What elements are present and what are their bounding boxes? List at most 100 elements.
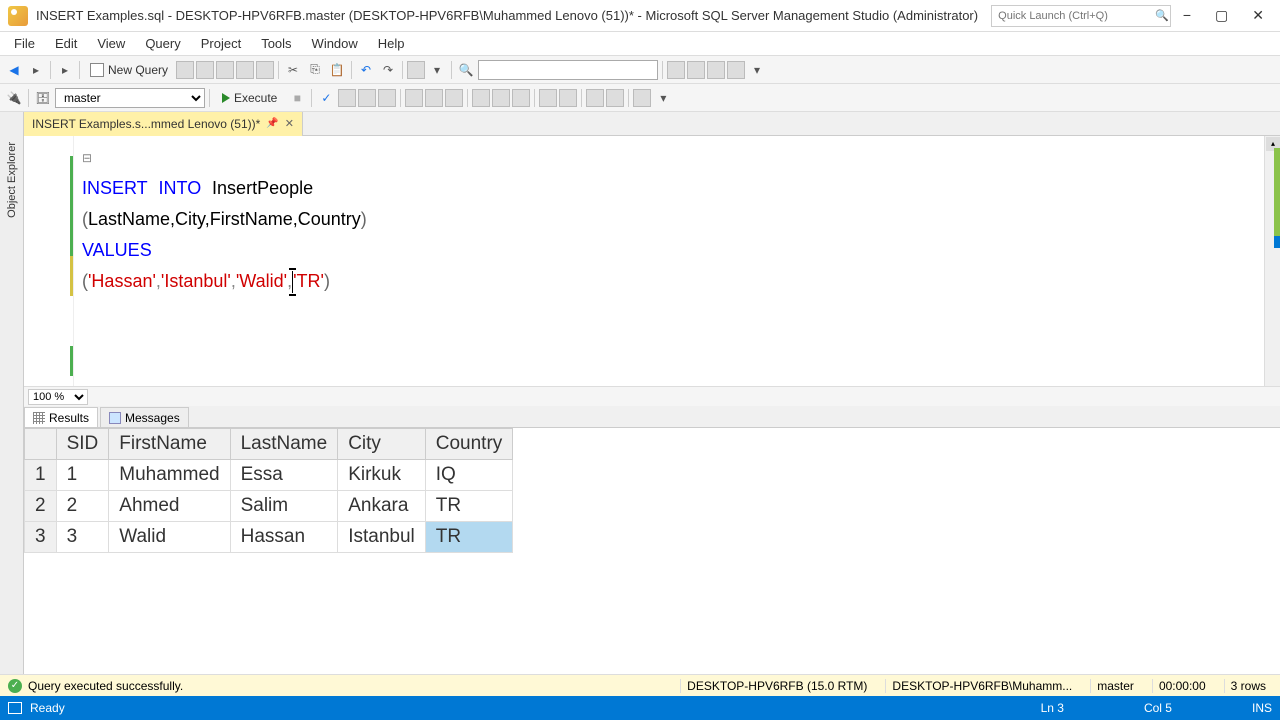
database-dropdown[interactable]: master — [55, 88, 205, 108]
nav-back-icon[interactable]: ◀ — [4, 60, 24, 80]
results-tab[interactable]: Results — [24, 407, 98, 427]
row-number[interactable]: 2 — [25, 491, 57, 522]
cell-firstname[interactable]: Ahmed — [109, 491, 230, 522]
editor-tab[interactable]: INSERT Examples.s...mmed Lenovo (51))* 📌… — [24, 112, 303, 136]
toolbar-overflow-1[interactable]: ▾ — [747, 60, 767, 80]
messages-tab[interactable]: Messages — [100, 407, 189, 427]
parse-icon[interactable]: ✓ — [316, 88, 336, 108]
toolbar-icon-4[interactable] — [236, 61, 254, 79]
toolbar-icon-8[interactable] — [687, 61, 705, 79]
pin-icon[interactable]: 📌 — [266, 118, 278, 129]
toolbar-icon-5[interactable] — [256, 61, 274, 79]
paste-icon[interactable]: 📋 — [327, 60, 347, 80]
menu-project[interactable]: Project — [191, 36, 251, 51]
row-number[interactable]: 3 — [25, 522, 57, 553]
sql-tb-icon-13[interactable] — [606, 89, 624, 107]
find-combo[interactable] — [478, 60, 658, 80]
status-server: DESKTOP-HPV6RFB (15.0 RTM) — [680, 679, 873, 693]
toolbar-overflow-2[interactable]: ▾ — [653, 88, 673, 108]
quick-launch-input[interactable] — [991, 5, 1171, 27]
find-icon[interactable]: 🔍 — [456, 60, 476, 80]
cell-country[interactable]: TR — [425, 522, 513, 553]
col-country[interactable]: Country — [425, 429, 513, 460]
cell-country[interactable]: TR — [425, 491, 513, 522]
toolbar-icon-10[interactable] — [727, 61, 745, 79]
sql-tb-icon-10[interactable] — [539, 89, 557, 107]
cell-lastname[interactable]: Hassan — [230, 522, 338, 553]
copy-icon[interactable]: ⎘ — [305, 60, 325, 80]
cell-city[interactable]: Ankara — [338, 491, 426, 522]
col-city[interactable]: City — [338, 429, 426, 460]
toolbar-icon-2[interactable] — [196, 61, 214, 79]
cut-icon[interactable]: ✂ — [283, 60, 303, 80]
cell-city[interactable]: Kirkuk — [338, 460, 426, 491]
sql-tb-icon-6[interactable] — [445, 89, 463, 107]
stop-icon[interactable]: ■ — [287, 88, 307, 108]
app-icon — [8, 6, 28, 26]
menu-file[interactable]: File — [4, 36, 45, 51]
cell-firstname[interactable]: Walid — [109, 522, 230, 553]
cell-city[interactable]: Istanbul — [338, 522, 426, 553]
sql-tb-icon-3[interactable] — [378, 89, 396, 107]
sql-tb-icon-9[interactable] — [512, 89, 530, 107]
status-rows: 3 rows — [1224, 679, 1272, 693]
toolbar-icon-9[interactable] — [707, 61, 725, 79]
toolbar-dropdown-1[interactable]: ▾ — [427, 60, 447, 80]
editor-scrollbar[interactable]: ▴ — [1264, 136, 1280, 386]
nav-fwd-icon[interactable]: ▸ — [26, 60, 46, 80]
close-button[interactable]: ✕ — [1252, 7, 1264, 24]
col-sid[interactable]: SID — [56, 429, 109, 460]
col-firstname[interactable]: FirstName — [109, 429, 230, 460]
cell-sid[interactable]: 3 — [56, 522, 109, 553]
cell-firstname[interactable]: Muhammed — [109, 460, 230, 491]
menu-window[interactable]: Window — [302, 36, 368, 51]
redo-icon[interactable]: ↷ — [378, 60, 398, 80]
grid-corner[interactable] — [25, 429, 57, 460]
cell-lastname[interactable]: Essa — [230, 460, 338, 491]
database-select-icon[interactable]: 🗄 — [33, 88, 53, 108]
object-explorer-panel[interactable]: Object Explorer — [0, 112, 24, 674]
menu-query[interactable]: Query — [135, 36, 190, 51]
undo-icon[interactable]: ↶ — [356, 60, 376, 80]
cell-lastname[interactable]: Salim — [230, 491, 338, 522]
sql-tb-icon-12[interactable] — [586, 89, 604, 107]
change-connection-icon[interactable]: 🔌 — [4, 88, 24, 108]
minimize-button[interactable]: − — [1183, 7, 1191, 24]
cell-sid[interactable]: 2 — [56, 491, 109, 522]
code-editor[interactable]: ⊟ INSERT INTO InsertPeople (LastName,Cit… — [24, 136, 1280, 386]
cell-country[interactable]: IQ — [425, 460, 513, 491]
col-lastname[interactable]: LastName — [230, 429, 338, 460]
menu-edit[interactable]: Edit — [45, 36, 87, 51]
code-gutter — [24, 136, 74, 386]
table-row: 2 2 Ahmed Salim Ankara TR — [25, 491, 513, 522]
toolbar-icon-3[interactable] — [216, 61, 234, 79]
new-query-button[interactable]: New Query — [84, 63, 174, 77]
menu-view[interactable]: View — [87, 36, 135, 51]
tab-close-icon[interactable]: ✕ — [285, 117, 294, 130]
results-grid[interactable]: SID FirstName LastName City Country 1 1 … — [24, 428, 1280, 674]
table-row: 1 1 Muhammed Essa Kirkuk IQ — [25, 460, 513, 491]
search-icon[interactable]: 🔍 — [1155, 9, 1169, 22]
sql-tb-icon-5[interactable] — [425, 89, 443, 107]
sql-tb-icon-11[interactable] — [559, 89, 577, 107]
cell-sid[interactable]: 1 — [56, 460, 109, 491]
toolbar-icon-6[interactable] — [407, 61, 425, 79]
zoom-select[interactable]: 100 % — [28, 389, 88, 405]
menu-help[interactable]: Help — [368, 36, 415, 51]
sql-tb-icon-8[interactable] — [492, 89, 510, 107]
row-number[interactable]: 1 — [25, 460, 57, 491]
sql-tb-icon-4[interactable] — [405, 89, 423, 107]
execute-button[interactable]: Execute — [214, 91, 285, 105]
status-ins: INS — [1252, 701, 1272, 715]
maximize-button[interactable]: ▢ — [1215, 7, 1228, 24]
menu-tools[interactable]: Tools — [251, 36, 301, 51]
toolbar-icon-1[interactable] — [176, 61, 194, 79]
sql-tb-icon-2[interactable] — [358, 89, 376, 107]
sql-tb-icon-7[interactable] — [472, 89, 490, 107]
sql-tb-icon-14[interactable] — [633, 89, 651, 107]
toolbar-icon-7[interactable] — [667, 61, 685, 79]
sql-tb-icon-1[interactable] — [338, 89, 356, 107]
status-time: 00:00:00 — [1152, 679, 1212, 693]
code-content[interactable]: ⊟ INSERT INTO InsertPeople (LastName,Cit… — [74, 136, 1280, 386]
new-file-icon[interactable]: ▸ — [55, 60, 75, 80]
